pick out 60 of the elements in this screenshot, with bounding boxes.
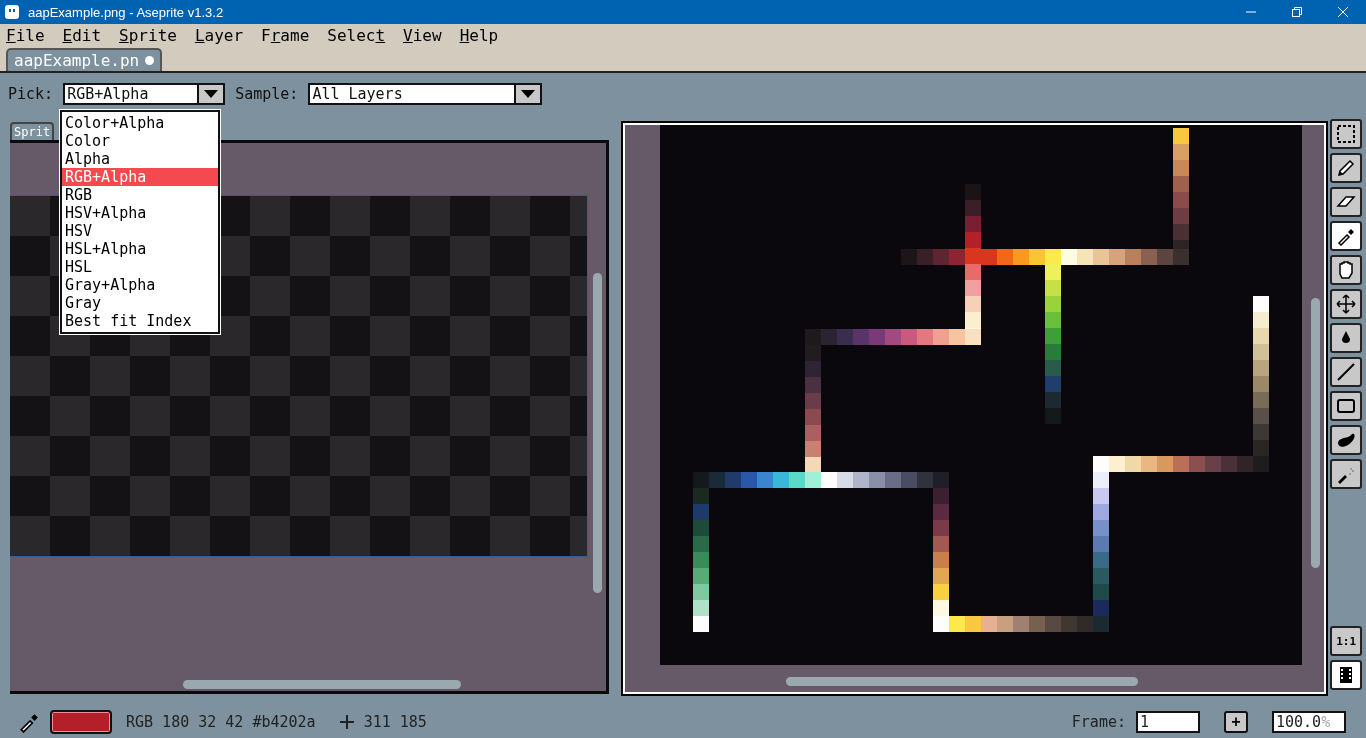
hand-tool[interactable] bbox=[1330, 255, 1362, 285]
caret-icon bbox=[204, 90, 219, 98]
move-tool[interactable] bbox=[1330, 289, 1362, 319]
line-tool[interactable] bbox=[1330, 357, 1362, 387]
menu-item[interactable]: File bbox=[6, 25, 45, 45]
app-icon bbox=[4, 4, 20, 20]
scrollbar-thumb[interactable] bbox=[593, 273, 603, 593]
dropdown-option[interactable]: HSV bbox=[62, 222, 218, 240]
line-icon bbox=[1336, 362, 1357, 382]
pencil-tool[interactable] bbox=[1330, 153, 1362, 183]
color-readout: RGB 180 32 42 #b4202a bbox=[126, 713, 316, 731]
menu-item[interactable]: Edit bbox=[62, 25, 102, 45]
dropdown-option[interactable]: Best fit Index bbox=[62, 312, 218, 330]
menu-item[interactable]: Select bbox=[327, 25, 386, 45]
frame-field[interactable]: 1 bbox=[1136, 711, 1200, 733]
eyedropper-icon bbox=[1336, 226, 1357, 246]
dropdown-option[interactable]: RGB+Alpha bbox=[62, 168, 218, 186]
blob-tool[interactable] bbox=[1330, 425, 1362, 455]
add-frame-button[interactable]: + bbox=[1224, 711, 1248, 733]
frame-label: Frame: bbox=[1071, 713, 1126, 731]
menu-item[interactable]: Sprite bbox=[119, 25, 177, 45]
scrollbar-thumb[interactable] bbox=[1311, 298, 1321, 568]
spray-tool[interactable] bbox=[1330, 459, 1362, 489]
dropdown-option[interactable]: Alpha bbox=[62, 150, 218, 168]
marquee-tool[interactable] bbox=[1330, 119, 1362, 149]
scrollbar-thumb[interactable] bbox=[786, 677, 1139, 686]
dropdown-option[interactable]: HSL+Alpha bbox=[62, 240, 218, 258]
color-swatch[interactable] bbox=[50, 710, 112, 734]
eraser-tool[interactable] bbox=[1330, 187, 1362, 217]
pick-dropdown[interactable]: RGB+Alpha bbox=[63, 83, 226, 105]
dropdown-option[interactable]: HSV+Alpha bbox=[62, 204, 218, 222]
scrollbar-thumb[interactable] bbox=[183, 680, 461, 689]
dropdown-option[interactable]: Gray bbox=[62, 294, 218, 312]
zoom-field[interactable]: 100.0% bbox=[1272, 711, 1346, 733]
dropdown-option[interactable]: Color bbox=[62, 132, 218, 150]
menu-item[interactable]: Layer bbox=[194, 25, 244, 45]
pencil-icon bbox=[1336, 158, 1357, 178]
actual-size-button[interactable]: 1:1 bbox=[1330, 626, 1362, 656]
rectangle-tool[interactable] bbox=[1330, 391, 1362, 421]
dashed-rectangle-icon bbox=[1336, 124, 1357, 144]
rectangle-icon bbox=[1336, 396, 1357, 416]
eyedropper-tool[interactable] bbox=[1330, 221, 1362, 251]
dropdown-option[interactable]: RGB bbox=[62, 186, 218, 204]
crosshair-icon bbox=[339, 715, 354, 729]
dropdown-option[interactable]: HSL bbox=[62, 258, 218, 276]
caret-icon bbox=[521, 90, 536, 98]
pick-label: Pick: bbox=[8, 85, 54, 103]
menu-item[interactable]: View bbox=[403, 25, 442, 45]
dropdown-option[interactable]: Gray+Alpha bbox=[62, 276, 218, 294]
eyedropper-icon bbox=[18, 711, 40, 733]
menu-item[interactable]: Help bbox=[459, 25, 499, 45]
menu-item[interactable]: Frame bbox=[261, 25, 310, 45]
fill-tool[interactable] bbox=[1330, 323, 1362, 353]
cursor-position: 311 185 bbox=[363, 713, 427, 731]
timeline-button[interactable] bbox=[1330, 660, 1362, 690]
dropdown-option[interactable]: Color+Alpha bbox=[62, 114, 218, 132]
window-title: aapExample.png - Aseprite v1.3.2 bbox=[28, 4, 225, 20]
sample-dropdown[interactable]: All Layers bbox=[308, 83, 543, 105]
move-arrows-icon bbox=[1336, 294, 1357, 314]
sample-label: Sample: bbox=[235, 85, 299, 103]
